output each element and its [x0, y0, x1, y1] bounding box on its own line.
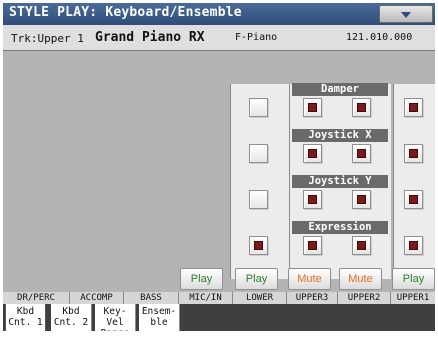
upper2-joystick-x-switch[interactable]: [352, 144, 371, 163]
upper1-expression-switch[interactable]: [404, 236, 423, 255]
track-name-mic-in: MIC/IN: [178, 292, 232, 304]
tab-kbd-cnt-1[interactable]: Kbd Cnt. 1: [5, 304, 46, 331]
track-name-accomp: ACCOMP: [69, 292, 123, 304]
track-name-dr-perc: DR/PERC: [17, 293, 55, 303]
upper3-mute-button[interactable]: Mute: [288, 268, 331, 290]
track-name-lower: LOWER: [232, 292, 286, 304]
title-bar: STYLE PLAY: Keyboard/Ensemble: [3, 3, 435, 25]
upper3-damper-switch[interactable]: [303, 98, 322, 117]
upper3-joystick-y-switch[interactable]: [303, 190, 322, 209]
chevron-down-icon: [401, 12, 411, 18]
upper1-play-button[interactable]: Play: [392, 268, 435, 290]
tab-key-vel-range[interactable]: Key-Vel Range: [95, 304, 136, 331]
upper2-damper-switch[interactable]: [352, 98, 371, 117]
lower-expression-switch[interactable]: [249, 236, 268, 255]
upper2-expression-switch[interactable]: [352, 236, 371, 255]
track-name-upper2: UPPER2: [337, 292, 390, 304]
track-name-bass: BASS: [123, 292, 178, 304]
track-name-upper3: UPPER3: [286, 292, 337, 304]
upper2-joystick-y-switch[interactable]: [352, 190, 371, 209]
mic-in-play-button[interactable]: Play: [180, 268, 223, 290]
page-title: STYLE PLAY: Keyboard/Ensemble: [9, 5, 242, 20]
tab-ensemble[interactable]: Ensem- ble: [139, 304, 180, 331]
lower-joystick-x-switch[interactable]: [249, 144, 268, 163]
tab-bar: Kbd Cnt. 1 Kbd Cnt. 2 Key-Vel Range Ense…: [3, 304, 435, 331]
lower-joystick-y-switch[interactable]: [249, 190, 268, 209]
track-name-upper1: UPPER1: [390, 292, 435, 304]
page-menu-button[interactable]: [379, 5, 433, 23]
section-expression: Expression: [292, 221, 388, 234]
section-damper: Damper: [292, 83, 388, 96]
lower-play-button[interactable]: Play: [235, 268, 278, 290]
track-label: Trk:Upper 1: [11, 32, 84, 45]
upper1-joystick-y-switch[interactable]: [404, 190, 423, 209]
upper1-damper-switch[interactable]: [404, 98, 423, 117]
style-play-screen: STYLE PLAY: Keyboard/Ensemble Trk:Upper …: [3, 3, 435, 331]
tab-kbd-cnt-2[interactable]: Kbd Cnt. 2: [51, 304, 92, 331]
track-info-bar[interactable]: Trk:Upper 1 Grand Piano RX F-Piano 121.0…: [3, 25, 435, 51]
upper3-joystick-x-switch[interactable]: [303, 144, 322, 163]
sound-program-number: 121.010.000: [346, 32, 413, 43]
upper1-joystick-x-switch[interactable]: [404, 144, 423, 163]
section-joystick-x: Joystick X: [292, 129, 388, 142]
sound-name[interactable]: Grand Piano RX: [95, 30, 205, 45]
upper3-expression-switch[interactable]: [303, 236, 322, 255]
lower-damper-switch[interactable]: [249, 98, 268, 117]
upper2-mute-button[interactable]: Mute: [339, 268, 382, 290]
track-name-row: DR/PERC ACCOMP BASS MIC/IN LOWER UPPER3 …: [3, 292, 435, 304]
section-joystick-y: Joystick Y: [292, 175, 388, 188]
sound-bank: F-Piano: [235, 32, 278, 43]
